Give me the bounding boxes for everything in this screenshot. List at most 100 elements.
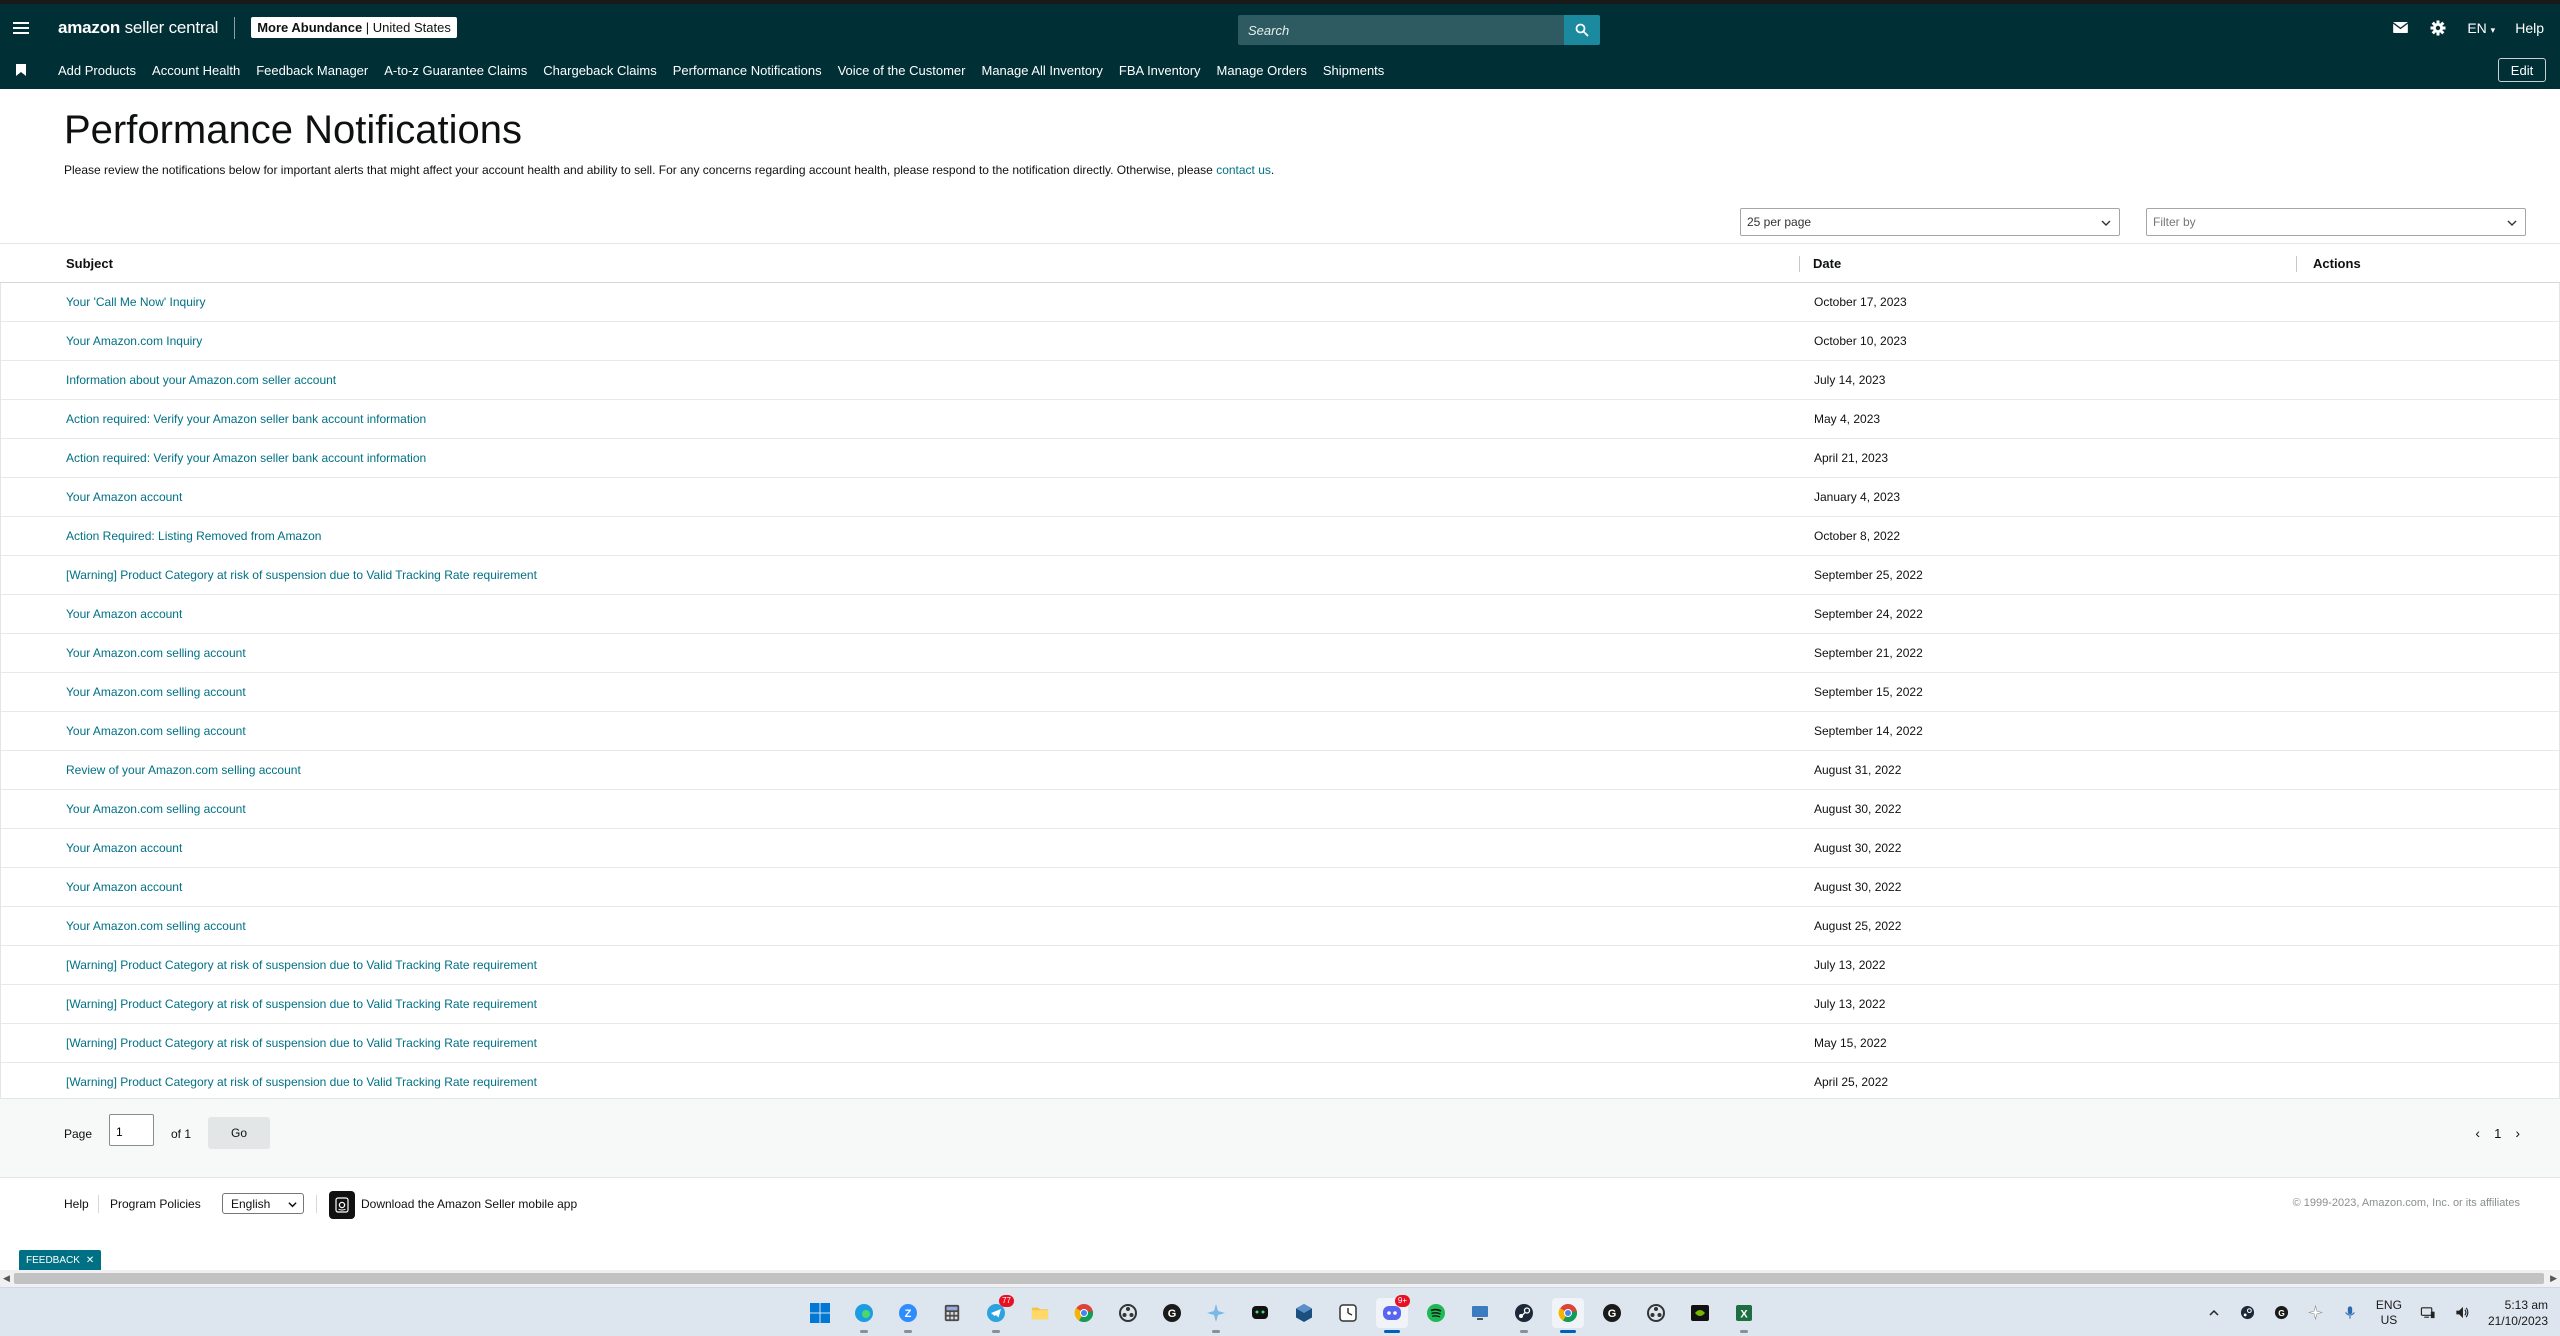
telegram-icon[interactable]: 77 (980, 1295, 1014, 1333)
chevron-up-icon[interactable] (2206, 1305, 2222, 1321)
notification-subject-link[interactable]: [Warning] Product Category at risk of su… (66, 1063, 537, 1101)
search-input[interactable] (1238, 15, 1564, 45)
per-page-select[interactable]: 25 per page (1740, 208, 2120, 236)
nav-chargeback-claims[interactable]: Chargeback Claims (543, 63, 656, 78)
windows-start-icon[interactable] (804, 1298, 836, 1328)
microphone-icon[interactable] (2342, 1305, 2358, 1321)
notification-subject-link[interactable]: Your 'Call Me Now' Inquiry (66, 283, 206, 321)
running-indicator (860, 1330, 868, 1333)
filter-select[interactable]: Filter by (2146, 208, 2526, 236)
nav-shipments[interactable]: Shipments (1323, 63, 1384, 78)
virtualbox-icon[interactable] (1288, 1298, 1320, 1328)
notification-subject-link[interactable]: Review of your Amazon.com selling accoun… (66, 751, 301, 789)
amazon-app-icon[interactable] (329, 1191, 355, 1219)
search-button[interactable] (1564, 15, 1600, 45)
nav-manage-orders[interactable]: Manage Orders (1217, 63, 1307, 78)
notification-subject-link[interactable]: Your Amazon account (66, 478, 182, 516)
store-switcher[interactable]: More Abundance | United States (251, 17, 457, 38)
notification-subject-link[interactable]: Your Amazon account (66, 868, 182, 906)
header-divider (234, 16, 236, 39)
nav-fba-inventory[interactable]: FBA Inventory (1119, 63, 1201, 78)
program-policies-link[interactable]: Program Policies (110, 1197, 201, 1211)
nav-a-to-z-claims[interactable]: A-to-z Guarantee Claims (384, 63, 527, 78)
notification-subject-link[interactable]: Your Amazon.com selling account (66, 634, 246, 672)
nav-add-products[interactable]: Add Products (58, 63, 136, 78)
notification-subject-link[interactable]: Your Amazon.com selling account (66, 673, 246, 711)
close-icon[interactable]: ✕ (86, 1255, 94, 1266)
calculator-icon[interactable] (936, 1298, 968, 1328)
grammarly-desktop-icon[interactable]: G (1596, 1298, 1628, 1328)
notification-subject-link[interactable]: Action required: Verify your Amazon sell… (66, 400, 426, 438)
chat-app-icon[interactable] (1244, 1298, 1276, 1328)
grammarly-tray-icon[interactable]: G (2274, 1305, 2290, 1321)
menu-icon[interactable] (2, 4, 40, 51)
column-date[interactable]: Date (1813, 244, 1841, 283)
notification-subject-link[interactable]: [Warning] Product Category at risk of su… (66, 946, 537, 984)
go-button[interactable]: Go (208, 1117, 270, 1149)
network-icon[interactable] (2420, 1305, 2436, 1321)
horizontal-scrollbar[interactable]: ◀ ▶ (0, 1270, 2560, 1287)
page-number-input[interactable] (109, 1114, 154, 1146)
edit-nav-button[interactable]: Edit (2498, 58, 2546, 82)
feedback-tab[interactable]: FEEDBACK ✕ (19, 1250, 102, 1270)
sparkle-tray-icon[interactable] (2308, 1305, 2324, 1321)
system-clock[interactable]: 5:13 am 21/10/2023 (2488, 1297, 2548, 1329)
running-indicator (992, 1330, 1000, 1333)
remote-desktop-icon[interactable] (1464, 1298, 1496, 1328)
volume-icon[interactable] (2454, 1305, 2470, 1321)
help-link[interactable]: Help (2515, 20, 2544, 36)
excel-icon[interactable]: X (1728, 1298, 1760, 1333)
notification-subject-link[interactable]: Action Required: Listing Removed from Am… (66, 517, 321, 555)
nav-performance-notifications[interactable]: Performance Notifications (673, 63, 822, 78)
footer-help-link[interactable]: Help (64, 1197, 89, 1211)
notification-subject-link[interactable]: Your Amazon.com selling account (66, 790, 246, 828)
nav-manage-all-inventory[interactable]: Manage All Inventory (981, 63, 1102, 78)
discord-icon[interactable]: 9+ (1376, 1295, 1410, 1333)
scroll-left-icon[interactable]: ◀ (3, 1273, 10, 1284)
gear-icon[interactable] (2429, 19, 2447, 37)
nav-voice-of-customer[interactable]: Voice of the Customer (838, 63, 966, 78)
language-selector[interactable]: EN ▾ (2467, 20, 2495, 36)
notification-date: April 21, 2023 (1814, 451, 1889, 465)
scroll-right-icon[interactable]: ▶ (2550, 1273, 2557, 1284)
grammarly-icon[interactable]: G (1156, 1298, 1188, 1328)
notification-subject-link[interactable]: Your Amazon.com selling account (66, 907, 246, 945)
obs-studio-icon[interactable] (1640, 1298, 1672, 1328)
contact-us-link[interactable]: contact us (1216, 163, 1271, 177)
nav-feedback-manager[interactable]: Feedback Manager (256, 63, 368, 78)
chrome-active-icon[interactable] (1552, 1298, 1584, 1333)
clock-app-icon[interactable] (1332, 1298, 1364, 1328)
notification-subject-link[interactable]: [Warning] Product Category at risk of su… (66, 1024, 537, 1062)
zoom-app-icon[interactable]: Z (892, 1298, 924, 1333)
bookmark-icon[interactable] (0, 64, 42, 76)
mail-icon[interactable] (2391, 19, 2409, 37)
notification-subject-link[interactable]: [Warning] Product Category at risk of su… (66, 556, 537, 594)
chrome-icon[interactable] (1068, 1298, 1100, 1328)
nvidia-icon[interactable] (1684, 1298, 1716, 1328)
notification-subject-link[interactable]: Your Amazon.com Inquiry (66, 322, 202, 360)
spotify-icon[interactable] (1420, 1298, 1452, 1328)
navigation-bar: Add Products Account Health Feedback Man… (0, 51, 2560, 89)
file-explorer-icon[interactable] (1024, 1298, 1056, 1328)
sparkle-app-icon[interactable] (1200, 1298, 1232, 1333)
notification-subject-link[interactable]: Information about your Amazon.com seller… (66, 361, 336, 399)
obs-icon[interactable] (1112, 1298, 1144, 1328)
steam-icon[interactable] (1508, 1298, 1540, 1333)
edge-browser-icon[interactable] (848, 1298, 880, 1333)
notification-subject-link[interactable]: Your Amazon account (66, 595, 182, 633)
notification-subject-link[interactable]: Your Amazon.com selling account (66, 712, 246, 750)
notification-subject-link[interactable]: Action required: Verify your Amazon sell… (66, 439, 426, 477)
column-subject[interactable]: Subject (66, 244, 113, 283)
notification-subject-link[interactable]: [Warning] Product Category at risk of su… (66, 985, 537, 1023)
current-page-number[interactable]: 1 (2494, 1126, 2501, 1141)
input-language-indicator[interactable]: ENG US (2376, 1298, 2402, 1328)
scrollbar-thumb[interactable] (14, 1273, 2544, 1284)
steam-tray-icon[interactable] (2240, 1305, 2256, 1321)
notification-subject-link[interactable]: Your Amazon account (66, 829, 182, 867)
chevron-right-icon[interactable]: › (2515, 1125, 2520, 1141)
download-app-link[interactable]: Download the Amazon Seller mobile app (361, 1197, 577, 1211)
chevron-left-icon[interactable]: ‹ (2475, 1125, 2480, 1141)
nav-account-health[interactable]: Account Health (152, 63, 240, 78)
footer-language-select[interactable]: English (222, 1193, 304, 1214)
seller-central-logo[interactable]: amazon seller central (58, 18, 218, 38)
